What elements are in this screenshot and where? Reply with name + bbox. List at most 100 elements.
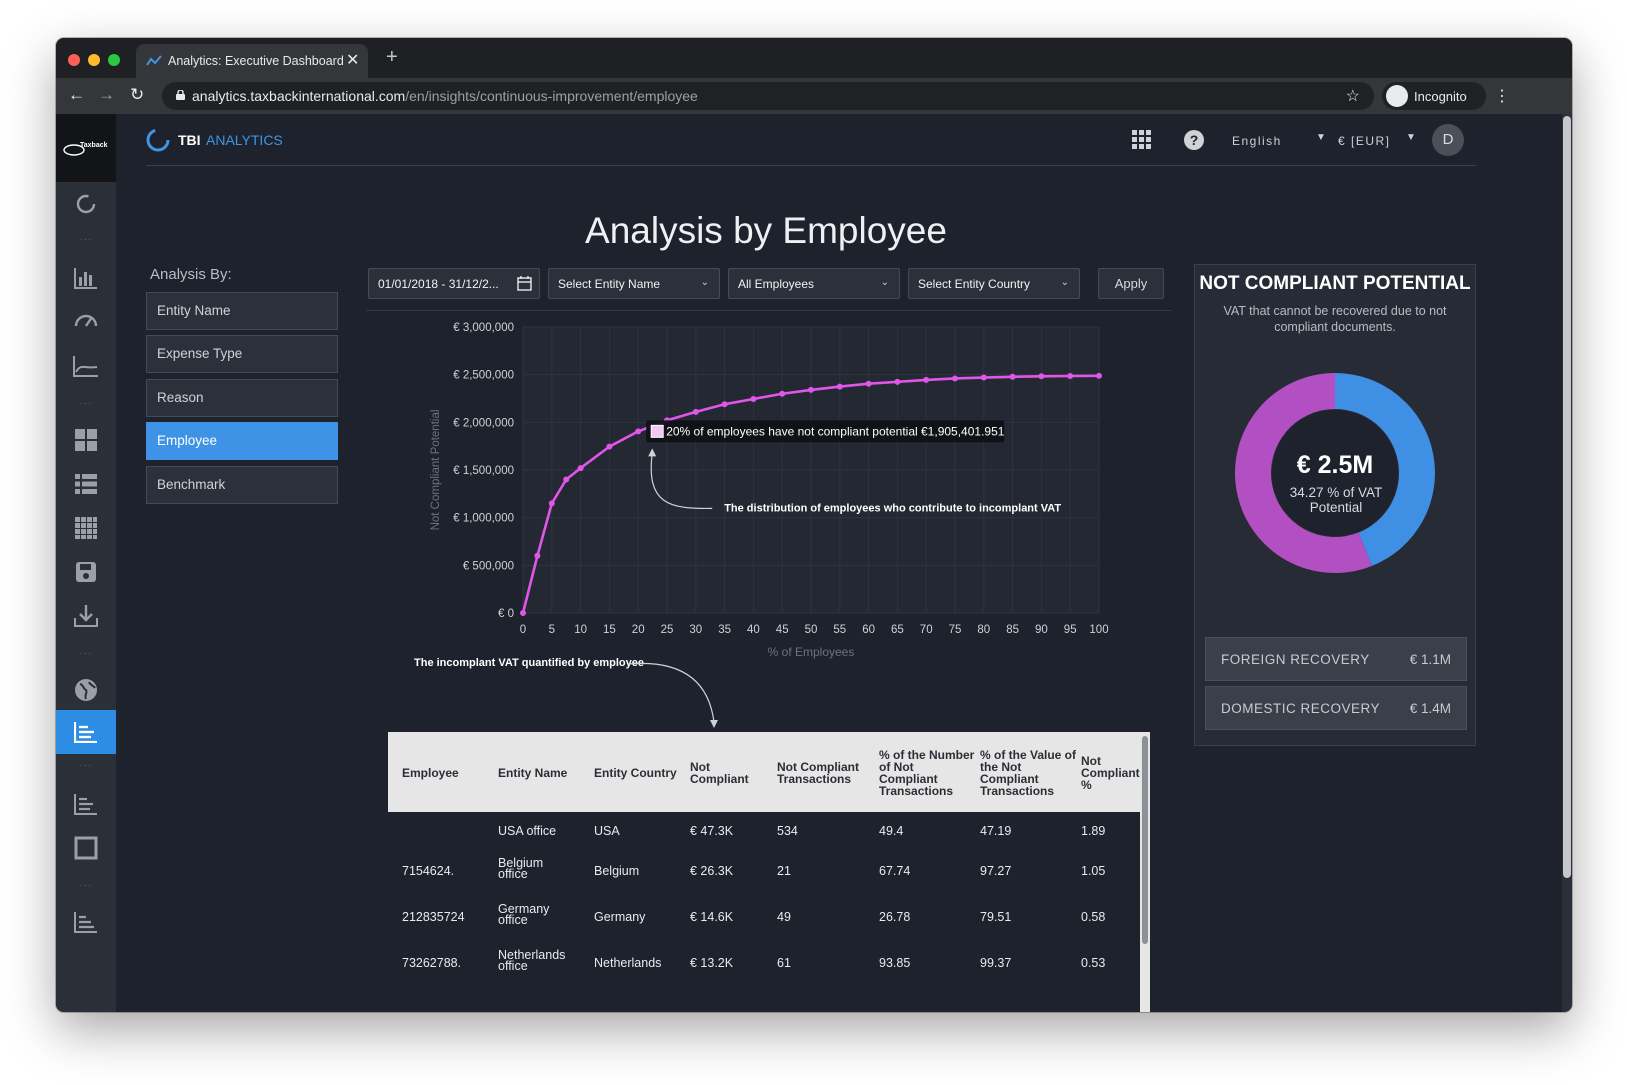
browser-tab[interactable]: Analytics: Executive Dashboard ✕ bbox=[136, 44, 368, 78]
table-cell: 73262788. bbox=[402, 956, 462, 970]
x-tick-label: 80 bbox=[977, 624, 990, 636]
table-cell: 99.37 bbox=[980, 956, 1012, 970]
column-header[interactable]: Entity Country bbox=[594, 742, 684, 804]
page-title: Analysis by Employee bbox=[585, 210, 947, 251]
forward-arrow-icon[interactable]: → bbox=[98, 85, 115, 105]
column-header[interactable]: Not Compliant bbox=[690, 742, 770, 804]
table-cell: 97.27 bbox=[980, 864, 1012, 878]
x-tick-label: 20 bbox=[632, 624, 645, 636]
chevron-down-icon: ⌄ bbox=[1060, 277, 1069, 288]
bar-chart-nav-icon[interactable] bbox=[56, 258, 116, 298]
analysis-option-expense-type[interactable]: Expense Type bbox=[146, 335, 338, 373]
not-compliant-potential-panel: NOT COMPLIANT POTENTIAL VAT that cannot … bbox=[1194, 264, 1476, 746]
table-annotation-arrow bbox=[627, 662, 718, 728]
nav-separator: ··· bbox=[79, 398, 93, 409]
column-header[interactable]: % of the Value of the Not Compliant Tran… bbox=[980, 742, 1076, 804]
employees-select[interactable]: All Employees ⌄ bbox=[728, 268, 900, 299]
close-window-button[interactable] bbox=[68, 54, 80, 66]
data-point bbox=[980, 374, 987, 381]
browser-menu-icon[interactable]: ⋮ bbox=[1494, 86, 1510, 106]
x-tick-label: 0 bbox=[520, 624, 526, 636]
table-cell: Netherlands office bbox=[498, 948, 566, 973]
save-nav-icon[interactable] bbox=[56, 552, 116, 592]
page-scrollbar[interactable] bbox=[1562, 114, 1572, 1012]
column-header[interactable]: Not Compliant % bbox=[1081, 742, 1141, 804]
domestic-recovery-value: € 1.4M bbox=[1409, 701, 1451, 716]
dashboard-nav-icon[interactable] bbox=[56, 420, 116, 460]
sorted-bars-nav-icon[interactable] bbox=[56, 784, 116, 824]
x-axis-label: % of Employees bbox=[768, 645, 855, 659]
table-cell: Belgium office bbox=[498, 856, 544, 881]
app-header: TBI ANALYTICS ? English ▼ € [EUR] ▼ D bbox=[146, 114, 1476, 166]
table-cell: 1.05 bbox=[1081, 864, 1106, 878]
grid-nav-icon[interactable] bbox=[56, 508, 116, 548]
column-header[interactable]: Employee bbox=[402, 742, 492, 804]
language-select[interactable]: English bbox=[1232, 134, 1282, 148]
currency-select[interactable]: € [EUR] bbox=[1338, 134, 1391, 148]
data-point bbox=[923, 376, 930, 383]
user-avatar[interactable]: D bbox=[1432, 124, 1464, 156]
column-header[interactable]: Not Compliant Transactions bbox=[777, 742, 873, 804]
column-header[interactable]: % of the Number of Not Compliant Transac… bbox=[879, 742, 975, 804]
line-chart-nav-icon[interactable] bbox=[56, 346, 116, 386]
globe-nav-icon[interactable] bbox=[56, 670, 116, 710]
table-scrollbar[interactable] bbox=[1140, 732, 1150, 1012]
help-icon[interactable]: ? bbox=[1184, 130, 1204, 150]
maximize-window-button[interactable] bbox=[108, 54, 120, 66]
table-cell: € 14.6K bbox=[690, 910, 734, 924]
analysis-option-benchmark[interactable]: Benchmark bbox=[146, 466, 338, 504]
apply-button[interactable]: Apply bbox=[1098, 268, 1164, 299]
back-arrow-icon[interactable]: ← bbox=[68, 85, 85, 105]
column-header[interactable]: Entity Name bbox=[498, 742, 588, 804]
analysis-option-reason[interactable]: Reason bbox=[146, 379, 338, 417]
page-scroll-thumb[interactable] bbox=[1563, 116, 1571, 878]
employee-table: Employee Entity Name Entity Country Not Com… bbox=[388, 732, 1150, 1012]
analysis-option-entity-name[interactable]: Entity Name bbox=[146, 292, 338, 330]
refresh-nav-icon[interactable] bbox=[56, 184, 116, 224]
new-tab-icon[interactable]: + bbox=[386, 47, 398, 67]
ranked-bars-nav-icon[interactable] bbox=[56, 902, 116, 942]
analysis-option-employee[interactable]: Employee bbox=[146, 422, 338, 460]
incognito-badge[interactable]: Incognito bbox=[1382, 82, 1486, 110]
language-caret-icon[interactable]: ▼ bbox=[1316, 132, 1326, 143]
x-tick-label: 65 bbox=[891, 624, 904, 636]
entity-name-select[interactable]: Select Entity Name ⌄ bbox=[548, 268, 720, 299]
address-bar[interactable]: analytics.taxbackinternational.com/en/in… bbox=[162, 82, 1374, 110]
table-cell: 93.85 bbox=[879, 956, 911, 970]
x-tick-label: 35 bbox=[718, 624, 731, 636]
reload-icon[interactable]: ↻ bbox=[130, 85, 144, 105]
foreign-recovery-label: FOREIGN RECOVERY bbox=[1221, 652, 1370, 667]
window-controls bbox=[68, 54, 120, 66]
taxback-logo[interactable]: Taxback bbox=[56, 114, 116, 182]
gauge-nav-icon[interactable] bbox=[56, 300, 116, 340]
entity-name-value: Select Entity Name bbox=[558, 277, 661, 291]
analytics-favicon-icon bbox=[146, 55, 162, 66]
bookmark-star-icon[interactable]: ☆ bbox=[1346, 86, 1360, 106]
tab-title: Analytics: Executive Dashboard bbox=[168, 54, 344, 68]
list-nav-icon[interactable] bbox=[56, 464, 116, 504]
x-tick-label: 25 bbox=[661, 624, 674, 636]
data-point bbox=[606, 443, 613, 450]
apps-grid-icon[interactable] bbox=[1132, 130, 1152, 150]
employee-analysis-nav-icon[interactable] bbox=[56, 710, 116, 754]
currency-caret-icon[interactable]: ▼ bbox=[1406, 132, 1416, 143]
domestic-recovery-box: DOMESTIC RECOVERY € 1.4M bbox=[1205, 686, 1467, 730]
minimize-window-button[interactable] bbox=[88, 54, 100, 66]
panel-title: NOT COMPLIANT POTENTIAL bbox=[1199, 273, 1471, 294]
y-tick-label: € 1,500,000 bbox=[453, 465, 514, 477]
y-tick-label: € 2,500,000 bbox=[453, 370, 514, 382]
data-point bbox=[563, 476, 570, 483]
table-cell: 79.51 bbox=[980, 910, 1012, 924]
data-point bbox=[1067, 373, 1074, 380]
table-cell: € 26.3K bbox=[690, 864, 734, 878]
incognito-icon bbox=[1386, 85, 1408, 107]
entity-country-select[interactable]: Select Entity Country ⌄ bbox=[908, 268, 1080, 299]
url-text: analytics.taxbackinternational.com/en/in… bbox=[192, 88, 698, 104]
date-range-picker[interactable]: 01/01/2018 - 31/12/2... bbox=[368, 268, 540, 299]
close-tab-icon[interactable]: ✕ bbox=[346, 50, 359, 70]
calendar-icon[interactable] bbox=[517, 276, 532, 291]
square-nav-icon[interactable] bbox=[56, 828, 116, 868]
date-range-value: 01/01/2018 - 31/12/2... bbox=[378, 277, 499, 291]
table-scroll-thumb[interactable] bbox=[1142, 736, 1148, 944]
download-nav-icon[interactable] bbox=[56, 596, 116, 636]
